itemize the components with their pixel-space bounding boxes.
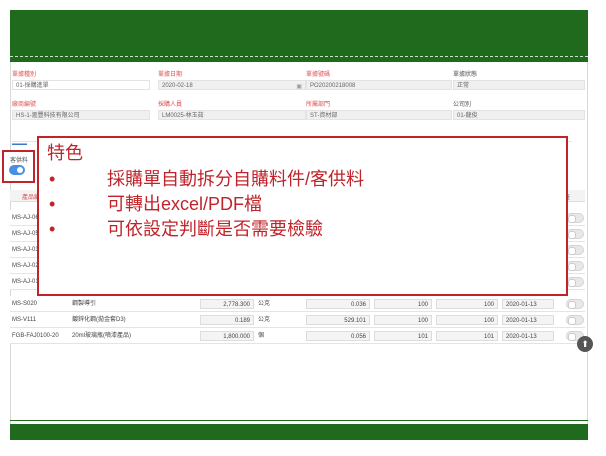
field-label: 單據日期 <box>158 72 183 78</box>
field-buyer[interactable]: 採購人員 LM0025-林玉茹 <box>158 101 306 120</box>
table-row[interactable]: MS-V111 鍍鋅化鋼(拋金套D3) 0.189 公克 529.101 100… <box>10 312 585 328</box>
feature-callout: 特色 • 採購單自動拆分自購料件/客供料 • 可轉出excel/PDF檔 • 可依設定… <box>37 136 568 296</box>
field-label: 公司別 <box>453 102 472 108</box>
field-company[interactable]: 公司別 01-龍俊 <box>453 101 585 120</box>
banner-divider <box>10 56 588 57</box>
price-cell[interactable]: 0.056 <box>306 331 370 341</box>
field-doc-status[interactable]: 單據狀態 正常 <box>453 71 585 90</box>
table-row[interactable]: FGB-FAJ0100-20 20ml玻璃瓶(噴漆產品) 1,800.000 個… <box>10 328 585 344</box>
field-doc-date[interactable]: 單據日期 2020-02-18 ▣ <box>158 71 306 90</box>
product-code: FGB-FAJ0100-20 <box>12 333 59 339</box>
field-vendor[interactable]: 廠商編號 HS-1-滙豐科技有限公司 <box>12 101 150 120</box>
inspect-toggle[interactable] <box>566 315 584 325</box>
quantity-cell[interactable]: 1,800.000 <box>200 331 254 341</box>
buyer-input[interactable]: LM0025-林玉茹 <box>158 110 306 120</box>
top-banner <box>10 10 588 62</box>
doc-date-value: 2020-02-18 <box>162 83 193 89</box>
feature-item: • 可轉出excel/PDF檔 <box>47 192 558 217</box>
feature-text: 可轉出excel/PDF檔 <box>107 194 263 214</box>
qty-a-cell[interactable]: 100 <box>374 299 432 309</box>
scroll-top-button[interactable]: ⬆ <box>577 336 593 352</box>
inspect-toggle[interactable] <box>566 229 584 239</box>
unit-cell: 公克 <box>258 317 271 323</box>
product-code: MS-S020 <box>12 301 38 307</box>
date-value: 2020-01-13 <box>506 334 537 340</box>
field-doc-type[interactable]: 單據種別 01-採購進單 <box>12 71 150 90</box>
field-label: 單據種別 <box>12 72 37 78</box>
vendor-input[interactable]: HS-1-滙豐科技有限公司 <box>12 110 150 120</box>
product-code: MS-AJ-06 <box>12 215 39 221</box>
field-doc-number[interactable]: 單據號碼 PO20200218008 <box>306 71 452 90</box>
price-cell[interactable]: 0.036 <box>306 299 370 309</box>
inspect-toggle[interactable] <box>566 277 584 287</box>
inspect-toggle[interactable] <box>566 213 584 223</box>
product-name: 20ml玻璃瓶(噴漆產品) <box>72 333 132 339</box>
table-row[interactable]: MS-S020 鋼製導引 2,778.300 公克 0.036 100 100 … <box>10 296 585 312</box>
feature-text: 採購單自動拆分自購料件/客供料 <box>107 169 364 189</box>
product-code: MS-AJ-01 <box>12 279 39 285</box>
bullet-icon: • <box>49 219 56 239</box>
doc-status-input[interactable]: 正常 <box>453 80 585 90</box>
qty-b-cell[interactable]: 101 <box>436 331 498 341</box>
qty-a-cell[interactable]: 101 <box>374 331 432 341</box>
field-label: 採購人員 <box>158 102 183 108</box>
inspect-toggle[interactable] <box>566 261 584 271</box>
qty-a-cell[interactable]: 100 <box>374 315 432 325</box>
doc-type-select[interactable]: 01-採購進單 <box>12 80 150 90</box>
unit-cell: 公克 <box>258 301 271 307</box>
doc-number-input[interactable]: PO20200218008 <box>306 80 452 90</box>
department-input[interactable]: ST-資材部 <box>306 110 452 120</box>
bullet-icon: • <box>49 169 56 189</box>
calendar-icon[interactable]: ▣ <box>296 82 302 89</box>
product-code: MS-V111 <box>12 317 37 323</box>
bullet-icon: • <box>49 194 56 214</box>
unit-cell: 個 <box>258 333 265 339</box>
field-department[interactable]: 所屬部門 ST-資材部 <box>306 101 452 120</box>
tab[interactable]: ▬▬▬ <box>12 141 27 147</box>
qty-b-cell[interactable]: 100 <box>436 299 498 309</box>
date-cell[interactable]: 2020-01-13 <box>502 315 554 325</box>
inspect-toggle[interactable] <box>566 245 584 255</box>
date-cell[interactable]: 2020-01-13 <box>502 299 554 309</box>
customer-supplied-label: 客供料 <box>10 158 29 164</box>
feature-item: • 可依設定判斷是否需要檢驗 <box>47 217 558 242</box>
field-label: 所屬部門 <box>306 102 331 108</box>
inspect-toggle[interactable] <box>566 299 584 309</box>
feature-text: 可依設定判斷是否需要檢驗 <box>107 219 323 239</box>
quantity-cell[interactable]: 0.189 <box>200 315 254 325</box>
product-code: MS-AJ-03 <box>12 247 39 253</box>
field-label: 廠商編號 <box>12 102 37 108</box>
bottom-banner <box>10 420 588 440</box>
product-code: MS-AJ-05 <box>12 231 39 237</box>
price-cell[interactable]: 529.101 <box>306 315 370 325</box>
quantity-cell[interactable]: 2,778.300 <box>200 299 254 309</box>
doc-date-input[interactable]: 2020-02-18 ▣ <box>158 80 306 90</box>
product-code: MS-AJ-02 <box>12 263 39 269</box>
customer-supplied-toggle[interactable] <box>9 165 25 175</box>
date-cell[interactable]: 2020-01-13 <box>502 331 554 341</box>
date-value: 2020-01-13 <box>506 318 537 324</box>
callout-title: 特色 <box>47 143 83 163</box>
customer-supplied-highlight: 客供料 <box>2 150 35 183</box>
feature-item: • 採購單自動拆分自購料件/客供料 <box>47 167 558 192</box>
date-value: 2020-01-13 <box>506 302 537 308</box>
banner-divider <box>10 420 588 421</box>
product-name: 鋼製導引 <box>72 301 97 307</box>
field-label: 單據號碼 <box>306 72 331 78</box>
company-input[interactable]: 01-龍俊 <box>453 110 585 120</box>
product-name: 鍍鋅化鋼(拋金套D3) <box>72 317 126 323</box>
qty-b-cell[interactable]: 100 <box>436 315 498 325</box>
feature-list: • 採購單自動拆分自購料件/客供料 • 可轉出excel/PDF檔 • 可依設定判斷是… <box>47 167 558 242</box>
field-label: 單據狀態 <box>453 72 478 78</box>
